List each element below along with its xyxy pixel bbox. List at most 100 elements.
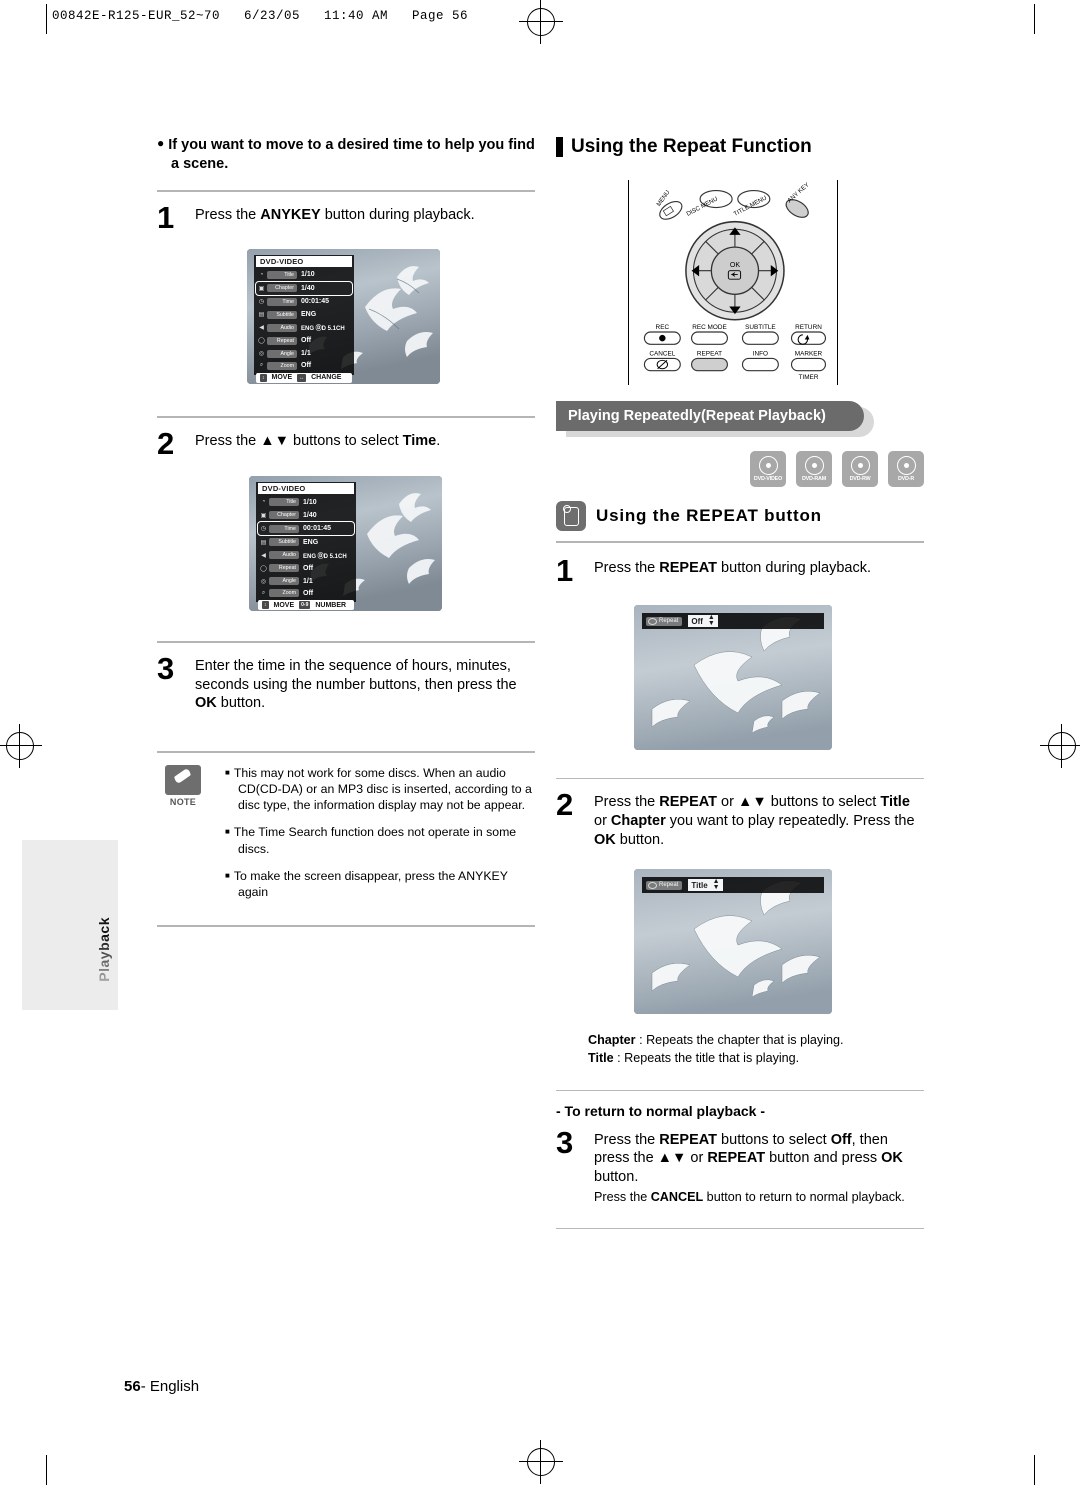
osd-row[interactable]: ▣ Chapter 1/40 [255, 280, 353, 296]
clock-icon: ◷ [260, 526, 267, 533]
osd-row[interactable]: ◔ Title 1/10 [256, 269, 352, 281]
osd-row-label: Repeat [267, 336, 297, 345]
step-number: 1 [556, 553, 574, 588]
osd-row[interactable]: ◷ Time 00:01:45 [257, 521, 355, 537]
repeat-tag: Repeat [646, 880, 683, 890]
osd-row[interactable]: ⌕ Zoom Off [256, 360, 352, 372]
svg-text:MARKER: MARKER [795, 351, 823, 358]
step-number: 2 [157, 425, 175, 461]
svg-text:REPEAT: REPEAT [697, 351, 722, 358]
square-bullet-icon: ■ [225, 870, 230, 880]
osd-row-label: Title [267, 270, 297, 279]
repeat-status-bar: Repeat Title ▲ ▼ [642, 877, 824, 894]
repeat-value-box[interactable]: Off ▲ ▼ [688, 614, 718, 628]
osd-row[interactable]: ◔ Title 1/10 [258, 496, 354, 508]
disc-label: DVD-VIDEO [753, 476, 783, 482]
zoom-icon: ⌕ [259, 362, 264, 369]
move-key-icon: ↕ [262, 601, 269, 610]
disc-icon-dvd-r: DVD-R [888, 451, 924, 487]
note-block: NOTE ■ This may not work for some discs. … [157, 764, 535, 912]
osd-row[interactable]: ◯ Repeat Off [256, 335, 352, 347]
right-column: Using the Repeat Function MENU DISC MENU… [556, 136, 924, 1241]
disc-label: DVD-RW [849, 476, 871, 482]
osd-footer-bar: ↕ MOVE ↔ CHANGE [256, 372, 352, 383]
repeat-tag: Repeat [646, 616, 683, 626]
osd-row-label: Angle [267, 349, 297, 358]
osd-row-label: Time [269, 524, 299, 533]
subsection-heading: Using the REPEAT button [556, 501, 924, 531]
osd-row-value: Off [303, 589, 314, 597]
disc-label: DVD-R [897, 476, 915, 482]
osd-row-label: Zoom [269, 589, 299, 598]
osd-row-value: 1/40 [301, 284, 315, 292]
bullet-dot-icon: ● [157, 136, 165, 150]
divider-4 [157, 750, 535, 753]
up-down-arrows-icon: ▲ ▼ [707, 614, 715, 628]
page-header-text: 00842E-R125-EUR_52~70 6/23/05 11:40 AM P… [52, 9, 469, 23]
osd-row[interactable]: ◎ Angle 1/1 [256, 348, 352, 360]
repeat-icon: ◯ [258, 338, 265, 345]
osd-row[interactable]: ▤ Subtitle ENG [258, 536, 354, 548]
osd-row-value: 1/1 [303, 577, 313, 585]
side-tab-label: Playback [96, 917, 112, 982]
square-bullet-icon: ■ [225, 767, 230, 777]
number-key-icon: 0-9 [299, 601, 311, 610]
repeat-status-bar: Repeat Off ▲ ▼ [642, 613, 824, 630]
divider-7 [556, 1089, 924, 1091]
zoom-icon: ⌕ [261, 589, 266, 596]
osd-row[interactable]: ◀ Audio ENG ⒹD 5.1CH [256, 322, 352, 334]
step-text: Press the ANYKEY button during playback. [195, 207, 475, 224]
osd-screenshot-time-selected: DVD-VIDEO ◔ Title 1/10 ▣ Chapter 1/40 ◷ … [249, 476, 442, 612]
right-step-1: 1 Press the REPEAT button during playbac… [556, 553, 924, 588]
disc-icon: ◔ [259, 271, 264, 278]
osd-footer-bar: ↕ MOVE 0-9 NUMBER [258, 600, 354, 611]
repeat-tag-label: Repeat [659, 882, 679, 889]
disc-glyph [896, 456, 916, 475]
osd-row[interactable]: ◎ Angle 1/1 [258, 575, 354, 587]
step-number: 3 [157, 651, 175, 687]
osd-row-value: 1/10 [303, 498, 317, 506]
left-step-3: 3 Enter the time in the sequence of hour… [157, 651, 535, 713]
chapter-icon: ▣ [260, 512, 267, 519]
osd-footer-number-label: NUMBER [315, 601, 347, 609]
disc-glyph [758, 456, 778, 475]
divider-8 [556, 1227, 924, 1229]
repeat-value-box[interactable]: Title ▲ ▼ [688, 878, 723, 892]
move-key-icon: ↕ [260, 373, 267, 382]
banner-playing-repeatedly: Playing Repeatedly(Repeat Playback) [556, 401, 864, 431]
left-step-2: 2 Press the ▲▼ buttons to select Time. [157, 425, 535, 461]
osd-row[interactable]: ▣ Chapter 1/40 [258, 509, 354, 521]
osd-row-value: ENG ⒹD 5.1CH [303, 553, 347, 560]
note-label: NOTE [169, 796, 197, 807]
note-item: ■ This may not work for some discs. When … [225, 765, 535, 814]
osd-row-label: Subtitle [267, 310, 297, 319]
osd-row-value: ENG [303, 538, 319, 546]
osd-row[interactable]: ◀ Audio ENG ⒹD 5.1CH [258, 549, 354, 561]
note-icon-column: NOTE [157, 764, 209, 912]
osd-row-label: Audio [267, 323, 297, 332]
svg-text:SUBTITLE: SUBTITLE [745, 324, 776, 331]
svg-text:INFO: INFO [753, 351, 768, 358]
return-to-normal-heading: - To return to normal playback - [556, 1102, 765, 1119]
step-number: 3 [556, 1124, 574, 1160]
osd-row-label: Subtitle [269, 538, 299, 547]
osd-row-value: Off [301, 362, 312, 370]
footer-page-number: 56 [124, 1378, 141, 1395]
step-text: Enter the time in the sequence of hours,… [195, 658, 517, 712]
osd-row[interactable]: ▤ Subtitle ENG [256, 309, 352, 321]
osd-row-label: Angle [269, 577, 299, 586]
osd-row[interactable]: ◯ Repeat Off [258, 562, 354, 574]
osd-row[interactable]: ⌕ Zoom Off [258, 587, 354, 599]
osd-row[interactable]: ◷ Time 00:01:45 [256, 296, 352, 308]
clock-icon: ◷ [258, 299, 265, 306]
disc-glyph [804, 456, 824, 475]
repeat-definitions: Chapter : Repeats the chapter that is pl… [588, 1033, 844, 1065]
osd-row-value: 00:01:45 [303, 525, 332, 533]
crop-mark-left-bottom [46, 1455, 47, 1485]
disc-icon-dvd-ram: DVD-RAM [796, 451, 832, 487]
divider-5 [157, 925, 535, 928]
pencil-icon [165, 764, 201, 795]
osd-row-label: Repeat [269, 564, 299, 573]
heading-bar-icon [556, 137, 563, 157]
osd-row-value: Off [303, 564, 314, 572]
